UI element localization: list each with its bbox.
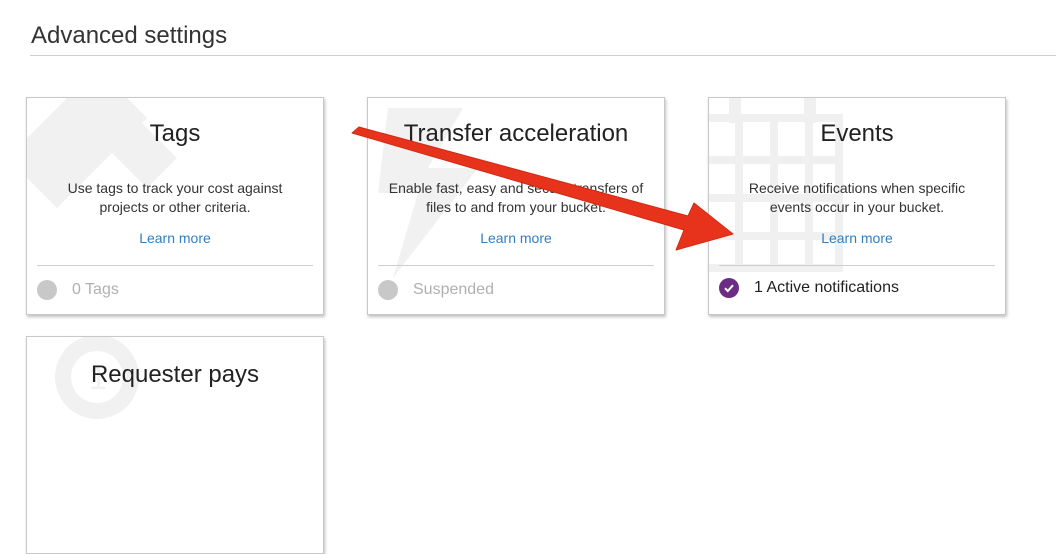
card-description: Use tags to track your cost against proj… (67, 180, 283, 215)
status-row: Suspended (378, 279, 494, 301)
card-divider (719, 265, 995, 266)
transfer-acceleration-card[interactable]: Transfer acceleration Enable fast, easy … (367, 97, 665, 315)
learn-more-link[interactable]: Learn more (368, 230, 664, 246)
card-title: Tags (149, 120, 201, 147)
learn-more-link[interactable]: Learn more (709, 230, 1005, 246)
card-divider (37, 265, 313, 266)
section-divider (30, 55, 1056, 56)
check-circle-icon (719, 278, 739, 298)
card-divider (378, 265, 654, 266)
status-text: 0 Tags (72, 281, 119, 298)
card-description: Enable fast, easy and secure transfers o… (388, 180, 644, 215)
tags-card[interactable]: Tags Use tags to track your cost against… (26, 97, 324, 315)
status-row: 1 Active notifications (719, 277, 899, 299)
learn-more-link[interactable]: Learn more (27, 230, 323, 246)
events-card[interactable]: Events Receive notifications when specif… (708, 97, 1006, 315)
card-title: Requester pays (90, 361, 260, 388)
card-title: Transfer acceleration (403, 120, 629, 147)
card-title: Events (820, 120, 894, 147)
requester-pays-card[interactable]: 1 Requester pays (26, 336, 324, 554)
card-description: Receive notifications when specific even… (748, 180, 966, 215)
status-dot-icon (37, 280, 57, 300)
status-text: 1 Active notifications (754, 279, 899, 296)
status-text: Suspended (413, 281, 494, 298)
status-dot-icon (378, 280, 398, 300)
status-row: 0 Tags (37, 279, 119, 301)
section-title: Advanced settings (31, 22, 228, 49)
